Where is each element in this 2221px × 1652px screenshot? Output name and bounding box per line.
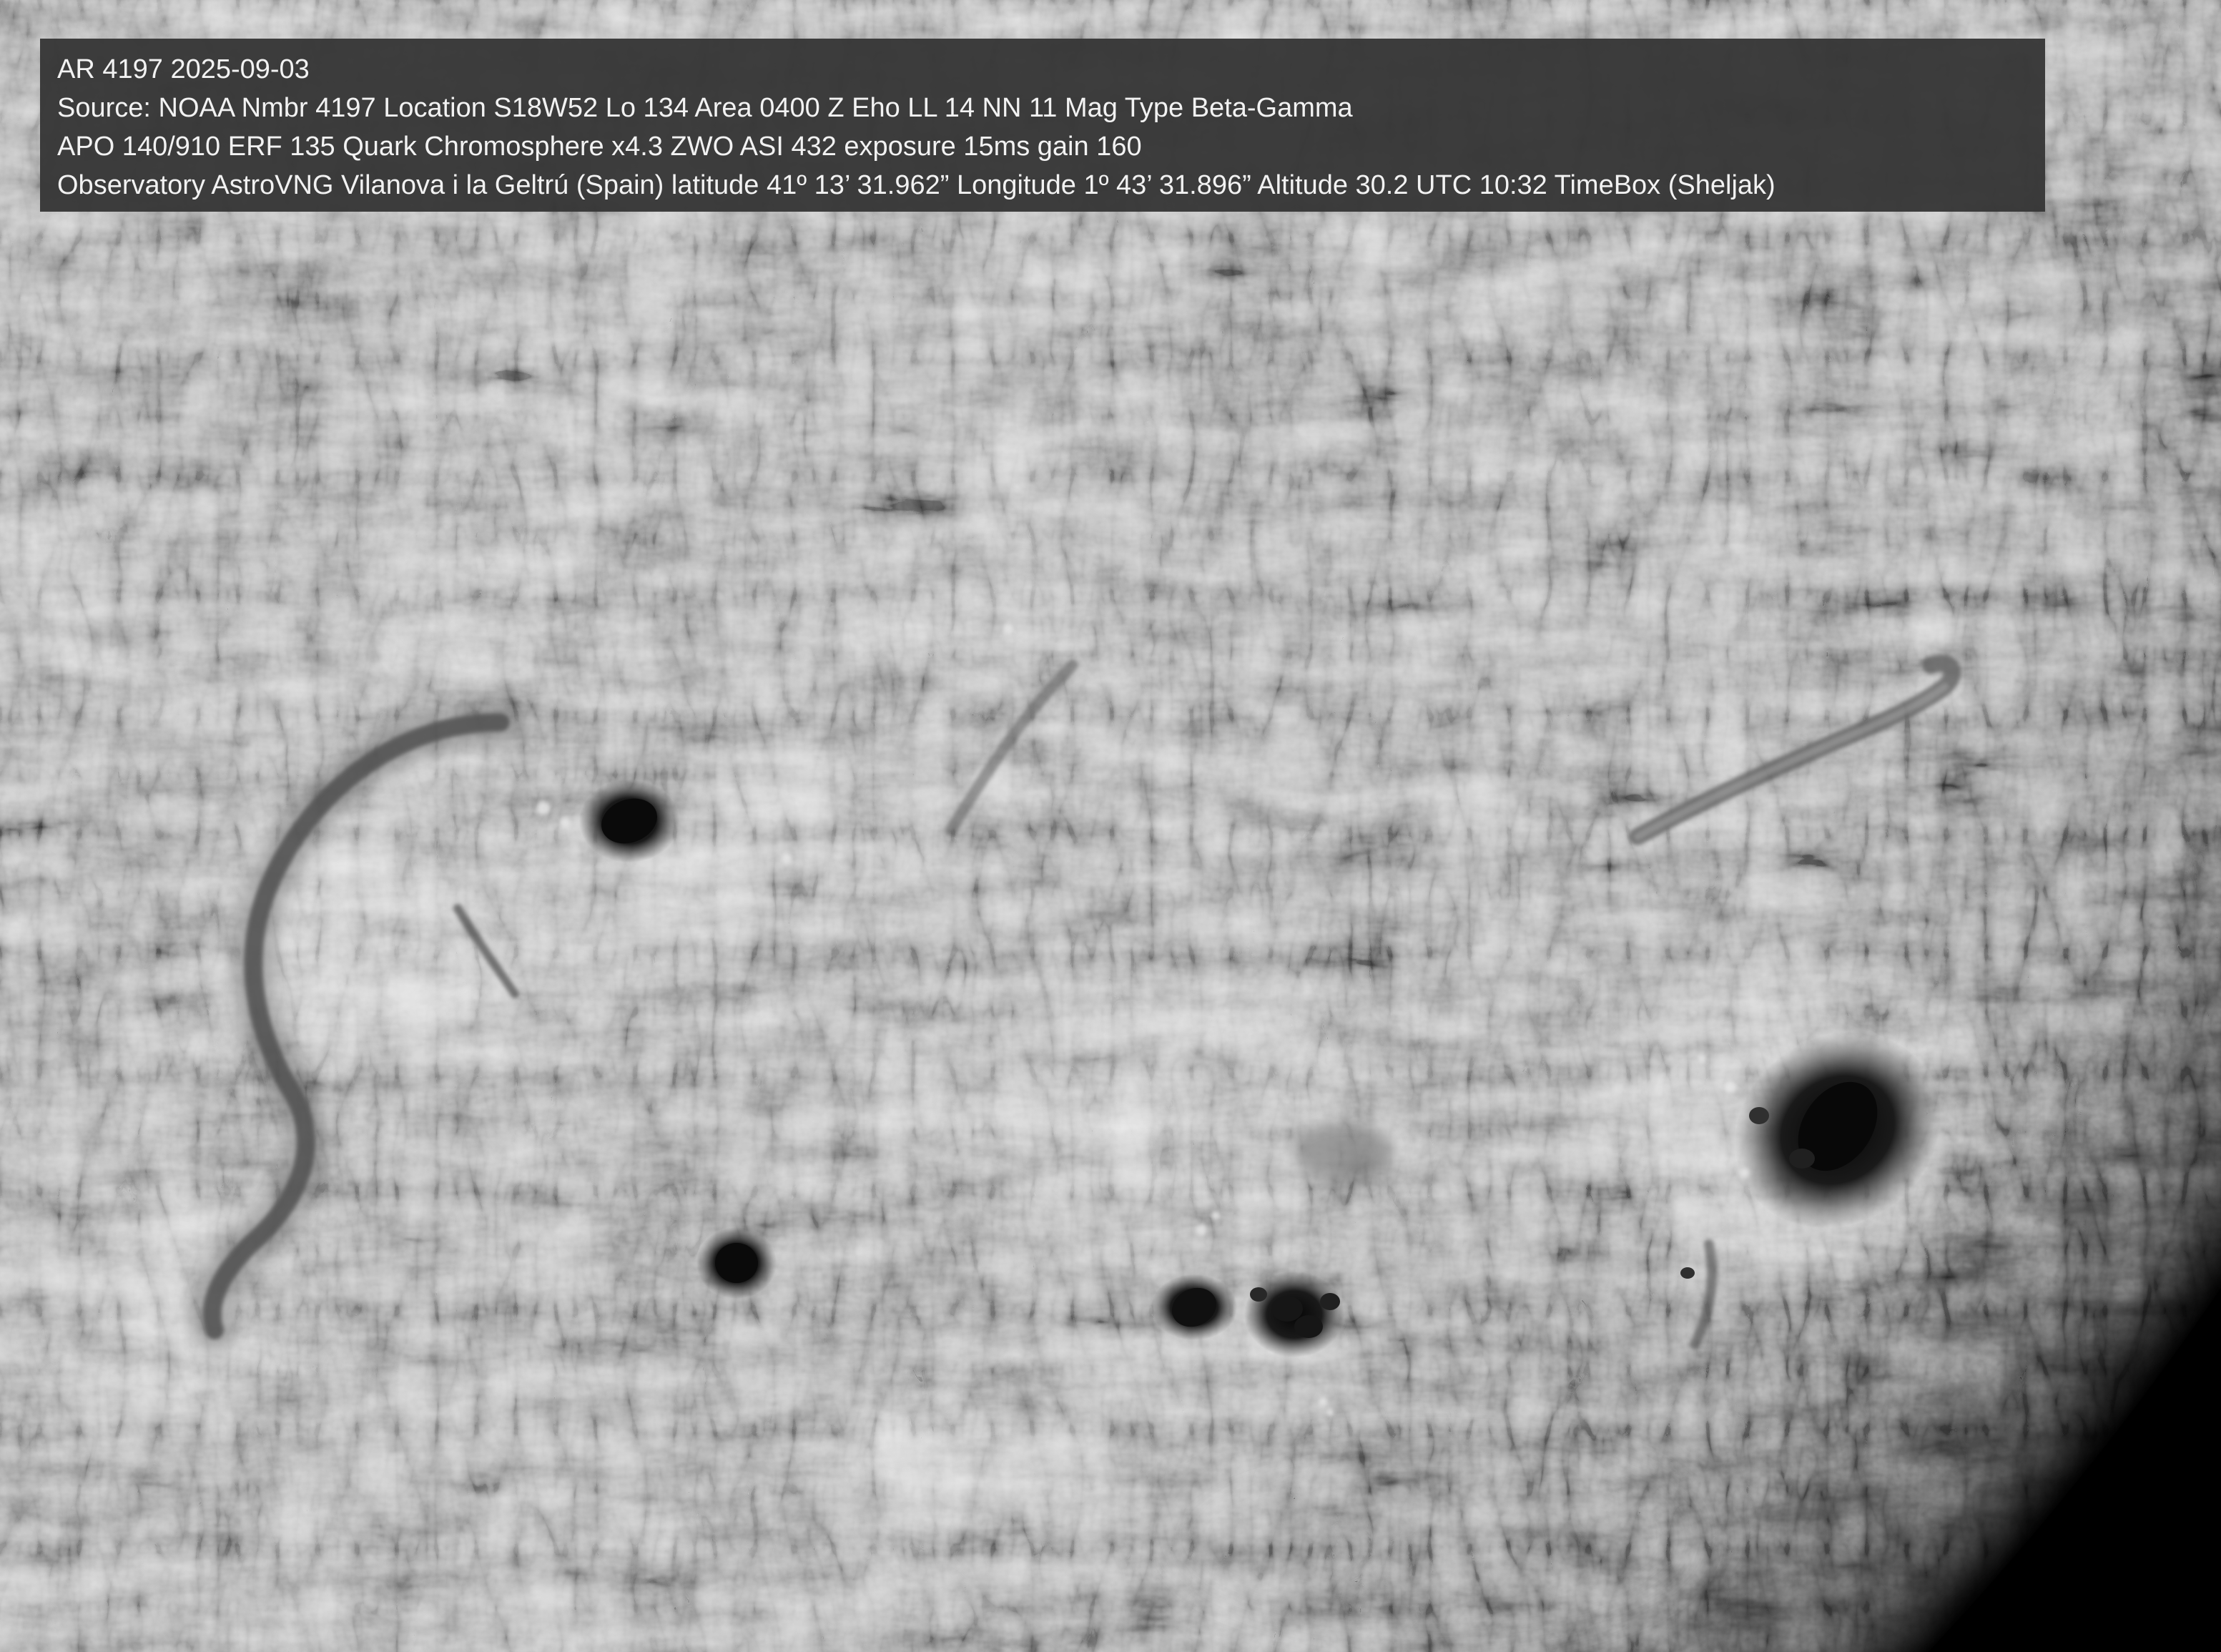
caption-box: AR 4197 2025-09-03 Source: NOAA Nmbr 419… [40, 39, 2045, 212]
solar-chromosphere-image [0, 0, 2221, 1652]
caption-equipment-line: APO 140/910 ERF 135 Quark Chromosphere x… [57, 132, 1142, 162]
granular-texture [0, 0, 2221, 1652]
sunspot-upper-left [579, 780, 679, 862]
caption-title-line: AR 4197 2025-09-03 [57, 54, 310, 84]
sunspot-lower-left [696, 1227, 777, 1299]
caption-source-line: Source: NOAA Nmbr 4197 Location S18W52 L… [57, 93, 1353, 123]
sun-disc [0, 0, 2221, 1652]
caption-observatory-line: Observatory AstroVNG Vilanova i la Geltr… [57, 170, 1776, 200]
